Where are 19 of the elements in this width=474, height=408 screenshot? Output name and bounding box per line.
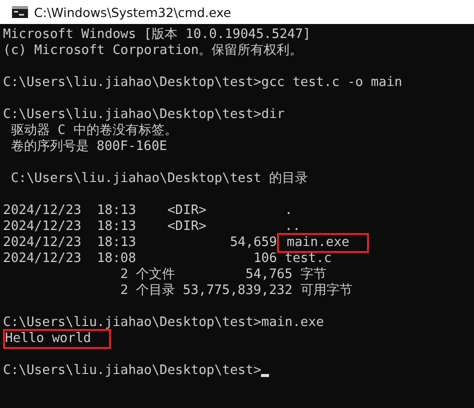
terminal-text: C:\Users\liu.jiahao\Desktop\test>main.exe xyxy=(3,315,324,331)
terminal-icon xyxy=(12,6,28,18)
terminal-text: 2 个文件 54,765 字节 xyxy=(119,267,326,283)
terminal-text: 2024/12/23 18:13 54,659 xyxy=(3,235,277,251)
terminal-text: C:\Users\liu.jiahao\Desktop\test 的目录 xyxy=(10,171,308,187)
terminal-text: 2024/12/23 18:13 <DIR> . xyxy=(3,203,293,219)
terminal-text: 2 个目录 53,775,839,232 可用字节 xyxy=(119,283,352,299)
highlighted-text: main.exe xyxy=(276,233,370,253)
terminal-text: C:\Users\liu.jiahao\Desktop\test>dir xyxy=(3,107,285,123)
terminal-text: 卷的序列号是 800F-160E xyxy=(10,139,168,155)
terminal-text: 驱动器 C 中的卷没有标签。 xyxy=(10,123,178,139)
terminal-text: Microsoft Windows [版本 10.0.19045.5247] xyxy=(3,27,311,43)
terminal-text: (c) Microsoft Corporation。保留所有权利。 xyxy=(3,43,303,59)
terminal-text: 2024/12/23 18:08 106 test.c xyxy=(3,251,332,267)
terminal-text: C:\Users\liu.jiahao\Desktop\test> xyxy=(3,363,262,379)
window-title: C:\Windows\System32\cmd.exe xyxy=(34,4,232,20)
terminal-text: C:\Users\liu.jiahao\Desktop\test>gcc test.c -o main xyxy=(3,75,402,91)
terminal-text: 2024/12/23 18:13 <DIR> .. xyxy=(3,219,300,235)
highlighted-text: Hello world xyxy=(3,329,112,349)
